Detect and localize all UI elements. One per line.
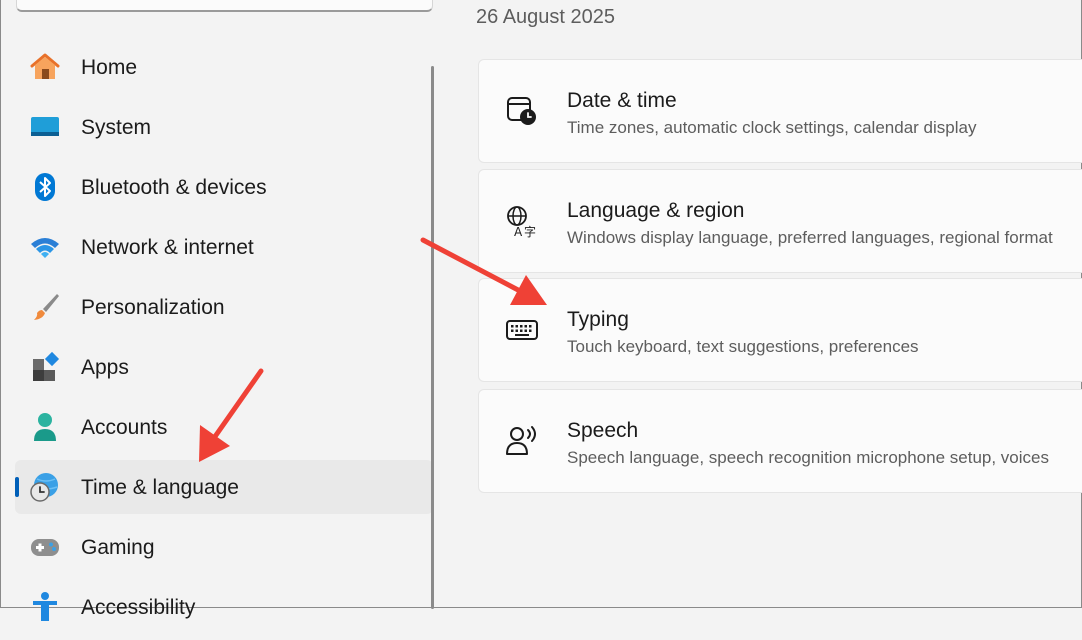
card-subtitle: Time zones, automatic clock settings, ca… [567, 118, 977, 137]
bluetooth-icon [35, 173, 55, 201]
sidebar-item-label: Bluetooth & devices [81, 176, 267, 199]
sidebar-item-home[interactable]: Home [15, 40, 433, 94]
system-icon [31, 117, 59, 136]
gamepad-icon [31, 539, 59, 556]
card-title: Speech [567, 419, 639, 442]
accessibility-icon [33, 592, 57, 621]
sidebar-item-apps[interactable]: Apps [15, 340, 433, 394]
card-subtitle: Windows display language, preferred lang… [567, 228, 1053, 247]
sidebar-item-label: Accounts [81, 416, 168, 439]
sidebar-item-gaming[interactable]: Gaming [15, 520, 433, 574]
sidebar-item-label: Accessibility [81, 596, 196, 619]
keyboard-icon [506, 320, 538, 340]
wifi-icon [31, 238, 59, 258]
card-title: Typing [567, 308, 629, 331]
globe-clock-icon [30, 473, 58, 502]
card-subtitle: Speech language, speech recognition micr… [567, 448, 1049, 467]
card-title: Language & region [567, 199, 745, 222]
sidebar-item-label: System [81, 116, 152, 139]
sidebar-item-system[interactable]: System [15, 100, 433, 154]
card-title: Date & time [567, 89, 677, 112]
sidebar-item-label: Time & language [81, 476, 239, 499]
speech-icon [506, 426, 536, 455]
card-date-time[interactable]: Date & time Time zones, automatic clock … [478, 59, 1082, 163]
calendar-clock-icon [507, 97, 536, 125]
sidebar-item-accessibility[interactable]: Accessibility [15, 580, 433, 634]
selection-indicator [15, 477, 19, 497]
search-input[interactable] [16, 0, 433, 12]
sidebar-nav: Home System Bluetooth & devices Network … [15, 40, 433, 640]
card-language-region[interactable]: A 字 Language & region Windows display la… [478, 169, 1082, 273]
sidebar-item-accounts[interactable]: Accounts [15, 400, 433, 454]
sidebar-item-label: Gaming [81, 536, 155, 559]
svg-text:字: 字 [524, 224, 536, 238]
svg-text:A: A [514, 225, 523, 238]
home-icon [30, 53, 60, 79]
card-typing[interactable]: Typing Touch keyboard, text suggestions,… [478, 278, 1082, 382]
card-speech[interactable]: Speech Speech language, speech recogniti… [478, 389, 1082, 493]
sidebar-item-bluetooth[interactable]: Bluetooth & devices [15, 160, 433, 214]
sidebar-item-label: Apps [81, 356, 129, 379]
sidebar-item-network[interactable]: Network & internet [15, 220, 433, 274]
card-subtitle: Touch keyboard, text suggestions, prefer… [567, 337, 919, 356]
sidebar-item-label: Personalization [81, 296, 225, 319]
sidebar-item-label: Network & internet [81, 236, 254, 259]
sidebar-scrollbar[interactable] [431, 66, 434, 609]
brush-icon [34, 294, 59, 320]
language-icon: A 字 [507, 206, 536, 238]
person-icon [34, 413, 56, 441]
date-text: 26 August 2025 [476, 6, 616, 28]
sidebar-item-time-language[interactable]: Time & language [15, 460, 433, 514]
sidebar-item-personalization[interactable]: Personalization [15, 280, 433, 334]
apps-icon [33, 351, 60, 381]
sidebar-item-label: Home [81, 56, 138, 79]
